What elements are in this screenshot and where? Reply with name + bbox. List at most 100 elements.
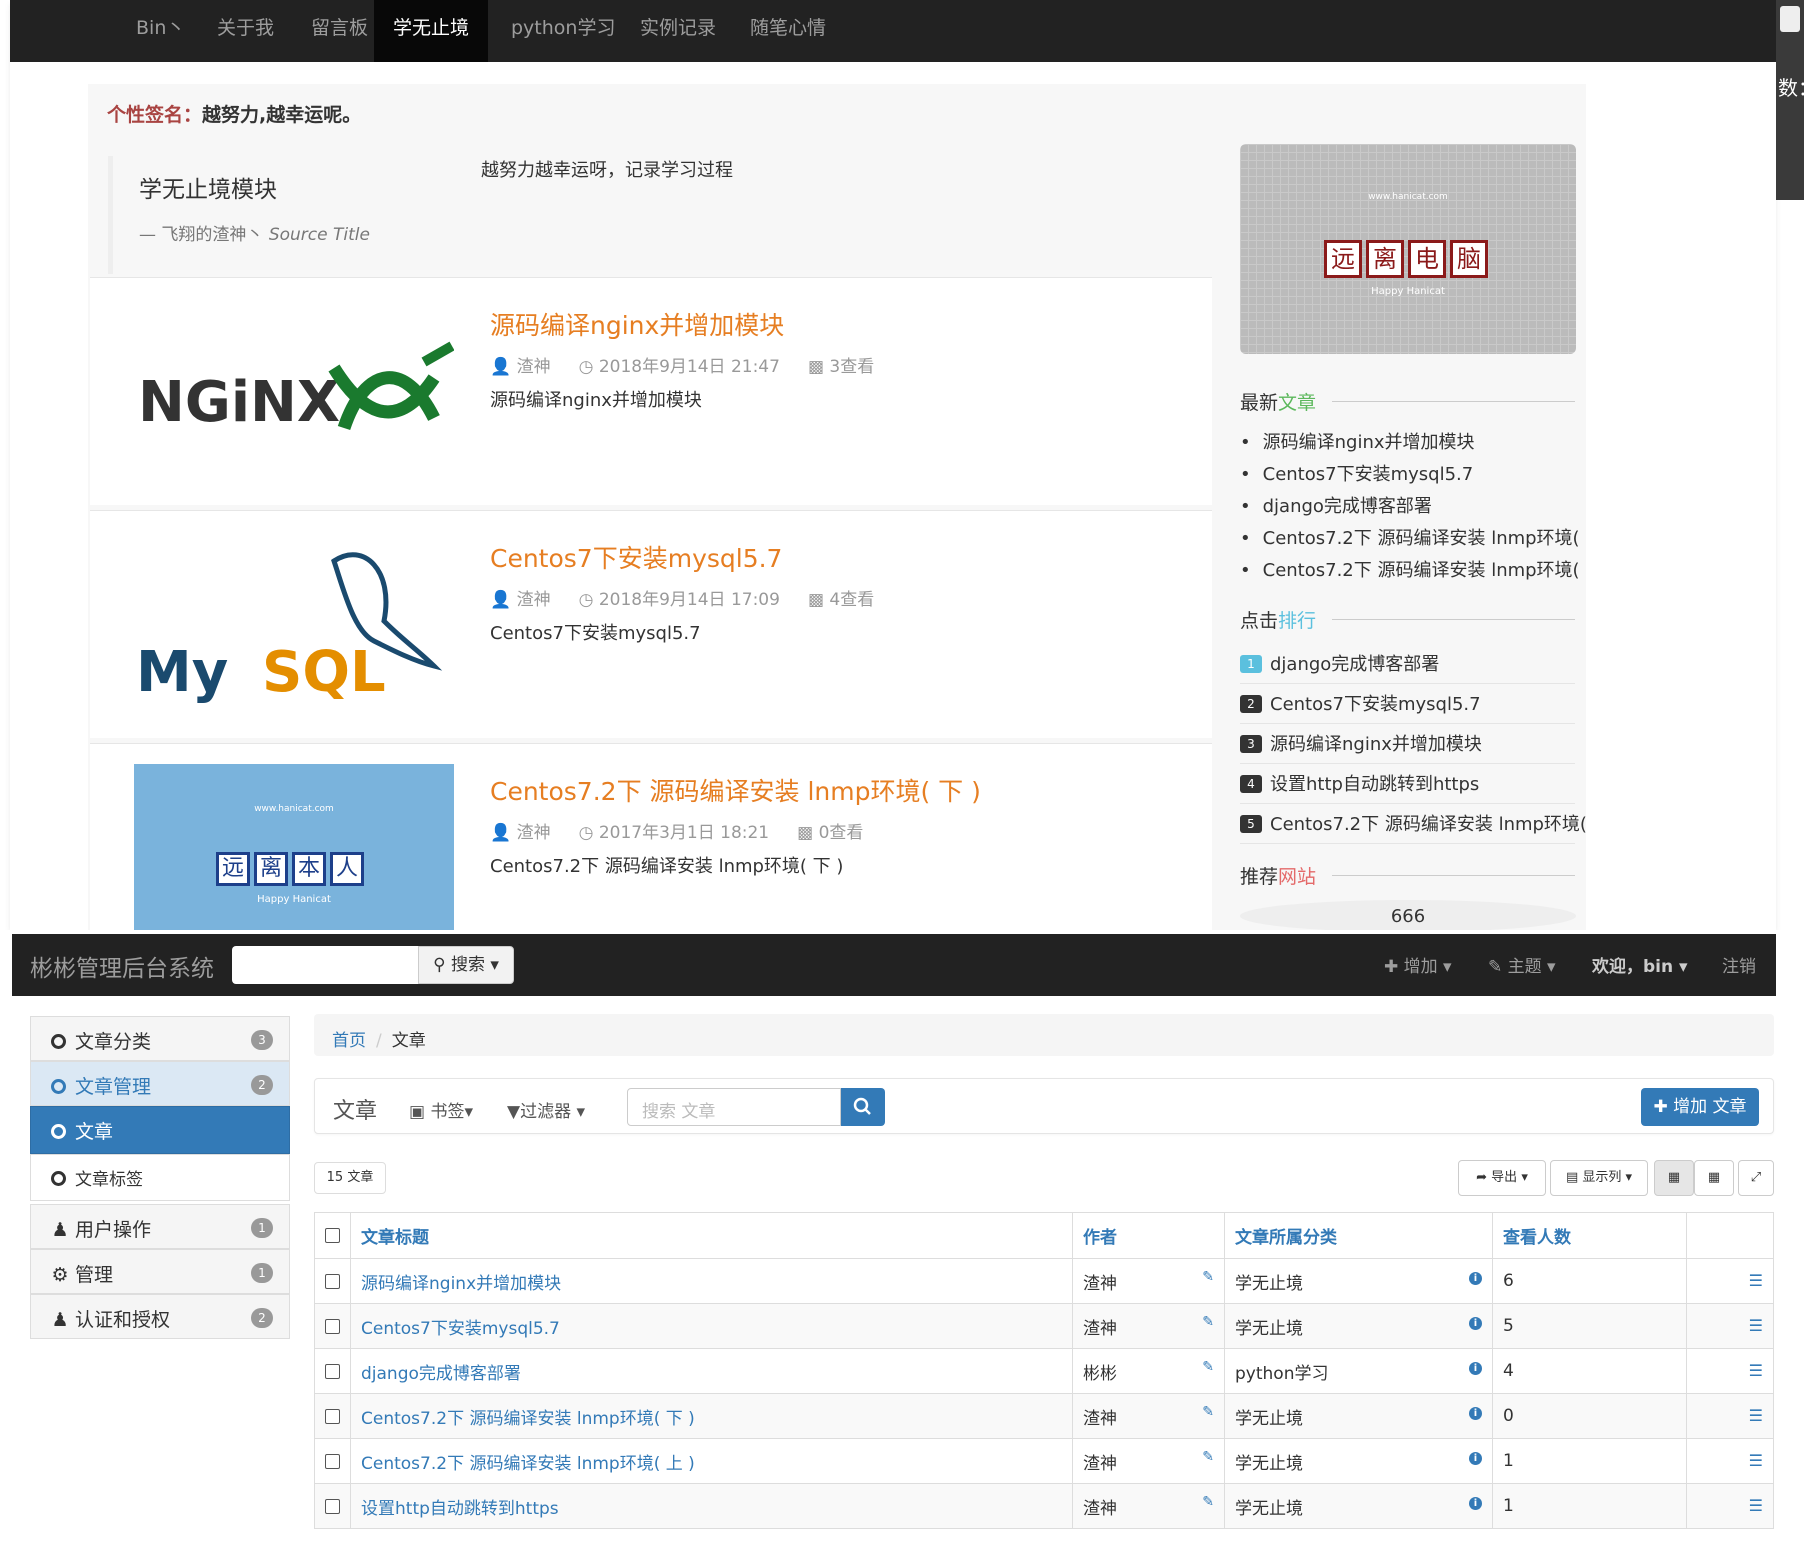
list-icon[interactable]: ☰	[1749, 1451, 1763, 1470]
theme-menu[interactable]: ✎ 主题 ▾	[1488, 952, 1556, 977]
menu-article-manage[interactable]: 文章管理 2	[30, 1061, 290, 1106]
list-icon[interactable]: ☰	[1749, 1316, 1763, 1335]
comment-icon: ▩ 0查看	[797, 823, 864, 843]
ranking-item[interactable]: 2 Centos7下安装mysql5.7	[1240, 684, 1575, 724]
user-icon: ♟	[51, 1219, 69, 1241]
grid-icon: ▦	[1667, 1170, 1681, 1185]
info-icon[interactable]: i	[1469, 1451, 1482, 1465]
export-button[interactable]: ➦ 导出 ▾	[1458, 1160, 1546, 1196]
add-article-button[interactable]: ✚ 增加 文章	[1641, 1088, 1759, 1126]
ranking-item[interactable]: 1 django完成博客部署	[1240, 644, 1575, 684]
hanicat-banner[interactable]: www.hanicat.com 远离本人 Happy Hanicat	[134, 764, 454, 930]
menu-tags[interactable]: 文章标签	[30, 1154, 290, 1201]
nav-guestbook[interactable]: 留言板	[292, 0, 387, 62]
admin-brand[interactable]: 彬彬管理后台系统	[30, 949, 214, 983]
menu-article[interactable]: 文章	[30, 1106, 290, 1154]
ranking-item[interactable]: 5 Centos7.2下 源码编译安装 lnmp环境(	[1240, 804, 1587, 844]
edit-icon[interactable]: ✎	[1202, 1404, 1214, 1420]
edit-icon[interactable]: ✎	[1202, 1314, 1214, 1330]
row-checkbox[interactable]	[325, 1498, 340, 1514]
nav-examples[interactable]: 实例记录	[621, 0, 735, 62]
columns-button[interactable]: ▤ 显示列 ▾	[1550, 1160, 1648, 1196]
edit-icon[interactable]: ✎	[1202, 1449, 1214, 1465]
admin-navbar: 彬彬管理后台系统 ⚲ 搜索 ▾ ✚ 增加 ▾ ✎ 主题 ▾ 欢迎，bin ▾ 注…	[12, 934, 1776, 996]
search-icon: ⚲	[433, 955, 446, 975]
nav-brand[interactable]: Bin丶	[117, 0, 204, 62]
list-icon[interactable]: ☰	[1749, 1271, 1763, 1290]
list-icon[interactable]: ☰	[1749, 1496, 1763, 1515]
svg-text:My: My	[136, 640, 228, 705]
menu-category[interactable]: 文章分类 3	[30, 1016, 290, 1061]
search-input[interactable]	[232, 946, 418, 984]
info-icon[interactable]: i	[1469, 1271, 1482, 1285]
col-title[interactable]: 文章标题	[350, 1212, 1073, 1259]
nav-about[interactable]: 关于我	[198, 0, 293, 62]
row-checkbox[interactable]	[325, 1408, 340, 1424]
table-header: 文章标题 作者 文章所属分类 查看人数	[314, 1212, 1774, 1259]
edit-icon[interactable]: ✎	[1202, 1269, 1214, 1285]
article-search-input[interactable]: 搜索 文章	[627, 1088, 841, 1126]
translate-icon[interactable]	[1780, 6, 1800, 32]
filter-dropdown[interactable]: ▼过滤器 ▾	[507, 1097, 585, 1122]
row-title-link[interactable]: django完成博客部署	[361, 1364, 521, 1384]
table-view-button[interactable]: ▦	[1694, 1160, 1734, 1196]
side-banner[interactable]: www.hanicat.com 远离电脑 Happy Hanicat	[1240, 144, 1576, 354]
ranking-heading: 点击排行	[1240, 606, 1575, 633]
post-title[interactable]: 源码编译nginx并增加模块	[490, 306, 784, 342]
col-views[interactable]: 查看人数	[1492, 1212, 1687, 1259]
mysql-logo[interactable]: My SQL	[134, 531, 454, 721]
row-title-link[interactable]: 设置http自动跳转到https	[361, 1499, 559, 1519]
latest-item[interactable]: Centos7.2下 源码编译安装 lnmp环境(	[1240, 556, 1580, 582]
menu-auth[interactable]: ♟ 认证和授权 2	[30, 1294, 290, 1339]
toolbar-panel: 文章 ▣ 书签▾ ▼过滤器 ▾ 搜索 文章 ✚ 增加 文章	[314, 1078, 1774, 1134]
ranking-item[interactable]: 3 源码编译nginx并增加模块	[1240, 724, 1575, 764]
post-excerpt: Centos7.2下 源码编译安装 lnmp环境( 下 )	[490, 856, 844, 877]
row-title-link[interactable]: 源码编译nginx并增加模块	[361, 1274, 561, 1294]
row-checkbox[interactable]	[325, 1363, 340, 1379]
col-author[interactable]: 作者	[1072, 1212, 1225, 1259]
user-menu[interactable]: 欢迎，bin ▾	[1592, 952, 1688, 977]
nginx-logo[interactable]: NGiNX	[134, 298, 455, 488]
nav-essay[interactable]: 随笔心情	[731, 0, 845, 62]
latest-item[interactable]: Centos7下安装mysql5.7	[1240, 460, 1474, 486]
info-icon[interactable]: i	[1469, 1406, 1482, 1420]
grid-view-button[interactable]: ▦	[1654, 1160, 1694, 1196]
list-icon[interactable]: ☰	[1749, 1361, 1763, 1380]
latest-item[interactable]: django完成博客部署	[1240, 492, 1432, 518]
info-icon[interactable]: i	[1469, 1496, 1482, 1510]
fullscreen-button[interactable]: ⤢	[1738, 1160, 1774, 1196]
circle-icon	[51, 1034, 66, 1049]
info-icon[interactable]: i	[1469, 1316, 1482, 1330]
search-button[interactable]: ⚲ 搜索 ▾	[418, 946, 514, 984]
menu-admin[interactable]: ⚙ 管理 1	[30, 1249, 290, 1294]
nav-python[interactable]: python学习	[492, 0, 634, 62]
menu-user-ops[interactable]: ♟ 用户操作 1	[30, 1204, 290, 1249]
add-menu[interactable]: ✚ 增加 ▾	[1384, 952, 1452, 977]
nav-study[interactable]: 学无止境	[374, 0, 489, 62]
module-source: — 飞翔的渣神丶 Source Title	[139, 225, 370, 245]
ranking-item[interactable]: 4 设置http自动跳转到https	[1240, 764, 1575, 804]
row-checkbox[interactable]	[325, 1453, 340, 1469]
col-category[interactable]: 文章所属分类	[1224, 1212, 1493, 1259]
post-title[interactable]: Centos7.2下 源码编译安装 lnmp环境( 下 )	[490, 772, 981, 808]
list-icon[interactable]: ☰	[1749, 1406, 1763, 1425]
post-title[interactable]: Centos7下安装mysql5.7	[490, 539, 782, 575]
select-all-checkbox[interactable]	[325, 1228, 340, 1243]
breadcrumb-home[interactable]: 首页	[332, 1031, 366, 1051]
row-title-link[interactable]: Centos7.2下 源码编译安装 lnmp环境( 上 )	[361, 1454, 695, 1474]
latest-item[interactable]: 源码编译nginx并增加模块	[1240, 428, 1475, 454]
edit-icon[interactable]: ✎	[1202, 1359, 1214, 1375]
latest-item[interactable]: Centos7.2下 源码编译安装 lnmp环境(	[1240, 524, 1580, 550]
latest-heading: 最新文章	[1240, 388, 1575, 415]
row-title-link[interactable]: Centos7.2下 源码编译安装 lnmp环境( 下 )	[361, 1409, 695, 1429]
recommend-item[interactable]: 666	[1240, 900, 1576, 930]
info-icon[interactable]: i	[1469, 1361, 1482, 1375]
logout-link[interactable]: 注销	[1722, 952, 1756, 977]
edge-panel: 数：	[1776, 0, 1804, 200]
row-title-link[interactable]: Centos7下安装mysql5.7	[361, 1319, 560, 1339]
article-search-button[interactable]	[841, 1088, 885, 1126]
edit-icon[interactable]: ✎	[1202, 1494, 1214, 1510]
row-checkbox[interactable]	[325, 1273, 340, 1289]
row-checkbox[interactable]	[325, 1318, 340, 1334]
bookmark-dropdown[interactable]: ▣ 书签▾	[409, 1097, 473, 1122]
